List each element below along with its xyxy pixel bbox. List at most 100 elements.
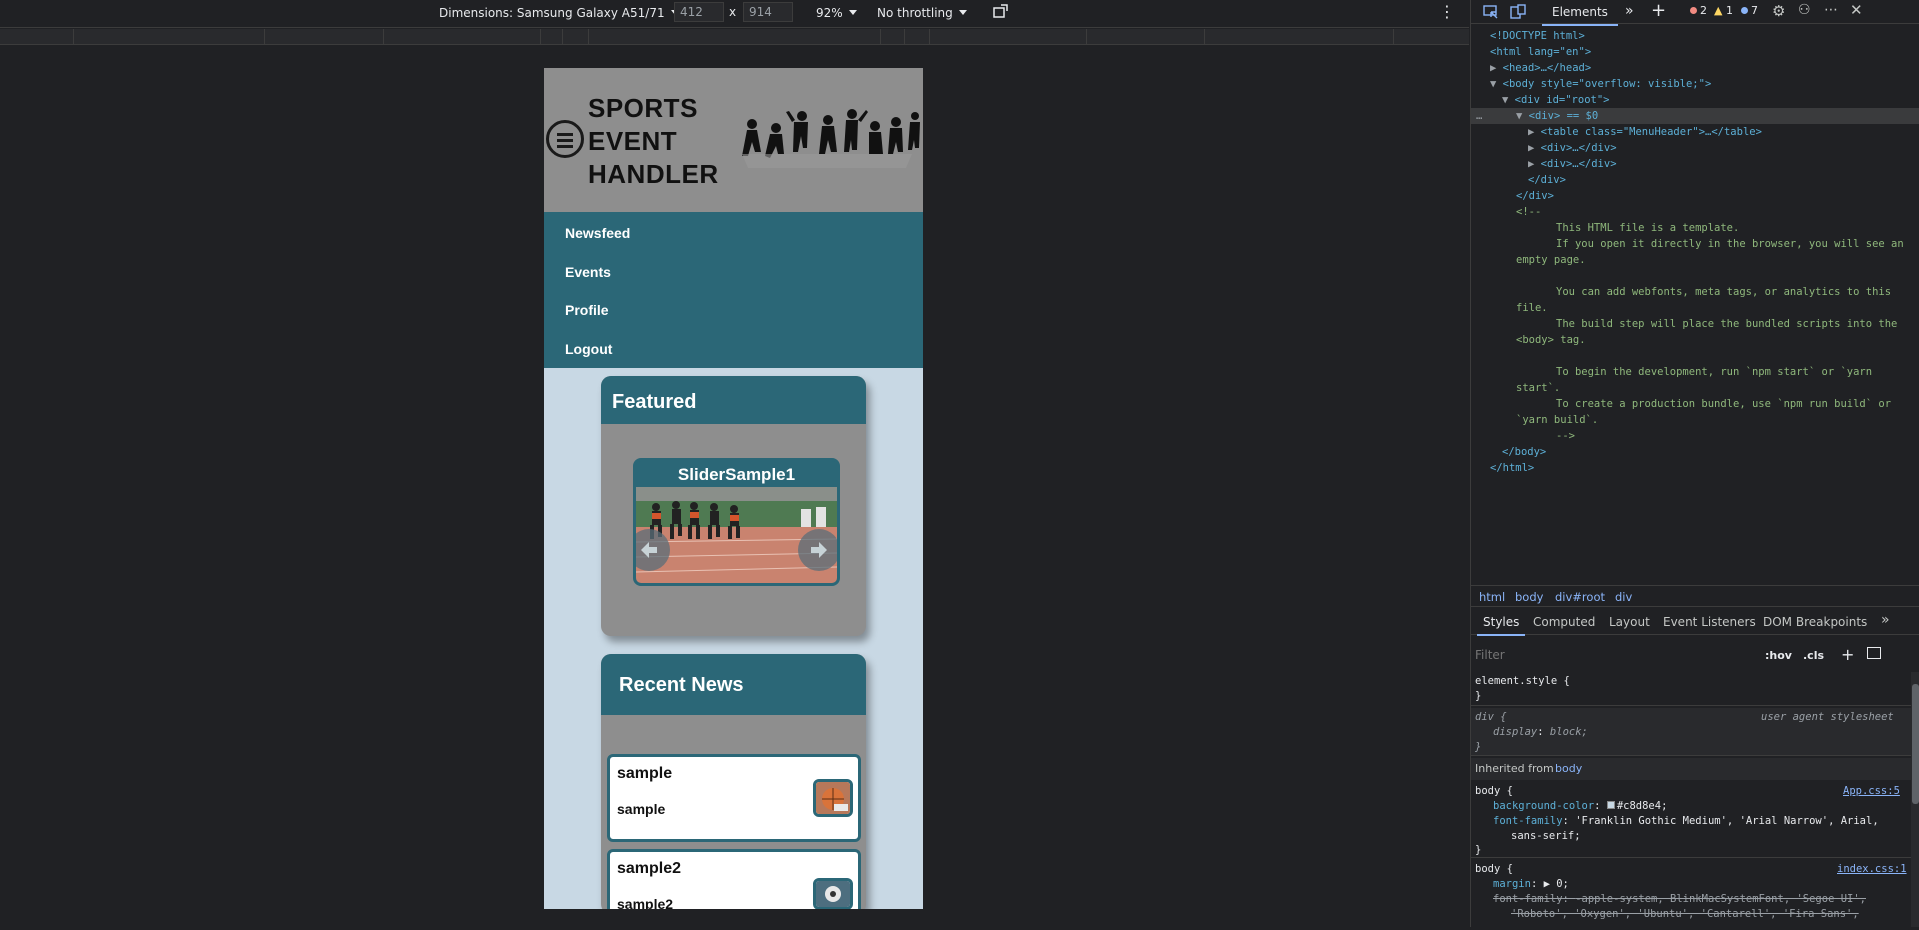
devtools-panel: Elements » + 2 ▲ 1 7 ⚙ ⚇ ⋯ ✕ <!DOCTYPE h… — [1470, 0, 1919, 927]
dom-node[interactable]: ▼ <div id="root"> — [1502, 92, 1609, 108]
selector[interactable]: element.style { — [1475, 674, 1570, 689]
toggle-sidebar-icon[interactable] — [1867, 647, 1881, 659]
tab-elements[interactable]: Elements — [1542, 5, 1618, 26]
gear-icon[interactable]: ⚙ — [1772, 2, 1785, 20]
device-dimensions-dropdown[interactable]: Dimensions: Samsung Galaxy A51/71 — [439, 6, 679, 20]
more-options-icon[interactable]: ⋯ — [1824, 2, 1838, 18]
dom-comment-line: <body> tag. — [1516, 334, 1586, 346]
throttling-label: No throttling — [877, 6, 953, 20]
dom-comment-line: You can add webfonts, meta tags, or anal… — [1556, 286, 1892, 298]
rule-body-app: body { App.css:5 background-color: #c8d8… — [1471, 782, 1911, 858]
dom-node[interactable]: ▶ <head>…</head> — [1490, 60, 1591, 76]
more-options-icon[interactable]: ⋮ — [1439, 2, 1456, 21]
styles-filter-input[interactable] — [1475, 644, 1755, 666]
news-item-subtitle: sample2 — [617, 896, 674, 909]
dom-node[interactable]: ▶ <div>…</div> — [1528, 140, 1617, 156]
warnings-badge[interactable]: ▲ 1 — [1714, 4, 1733, 17]
brace: } — [1475, 844, 1482, 856]
news-item-title: sample2 — [617, 860, 682, 877]
emulated-viewport: SPORTS EVENT HANDLER Newsfeed Events Pro… — [544, 68, 923, 909]
device-dimensions-label: Dimensions: Samsung Galaxy A51/71 — [439, 6, 665, 20]
dom-node[interactable]: </html> — [1490, 460, 1534, 476]
new-rule-icon[interactable]: + — [1841, 645, 1854, 664]
news-item[interactable]: sample sample — [607, 754, 861, 842]
info-count: 7 — [1751, 4, 1758, 17]
close-icon[interactable]: ✕ — [1850, 1, 1863, 19]
rule-element-style: element.style { } — [1471, 672, 1911, 706]
inherited-header: Inherited from body — [1471, 758, 1911, 780]
breadcrumb-item[interactable]: html — [1479, 590, 1505, 604]
athletes-silhouette-logo — [742, 109, 920, 168]
tab-layout[interactable]: Layout — [1609, 615, 1650, 629]
dom-tree: <!DOCTYPE html> <html lang="en"> ▶ <head… — [1471, 28, 1919, 583]
dom-node[interactable]: ▶ <table class="MenuHeader">…</table> — [1528, 124, 1762, 140]
declaration-overridden[interactable]: font-family: -apple-system, BlinkMacSyst… — [1493, 892, 1866, 907]
dom-node[interactable]: </body> — [1502, 444, 1546, 460]
styles-filter-row: :hov .cls + — [1471, 643, 1919, 669]
tab-dom-breakpoints[interactable]: DOM Breakpoints — [1763, 615, 1867, 629]
device-toggle-icon[interactable] — [1510, 4, 1526, 20]
declaration[interactable]: display: block; — [1493, 725, 1588, 740]
color-swatch[interactable] — [1606, 801, 1615, 809]
viewport-height-input[interactable] — [743, 2, 793, 22]
declaration[interactable]: font-family: 'Franklin Gothic Medium', '… — [1493, 814, 1879, 829]
dom-node[interactable]: ▼ <body style="overflow: visible;"> — [1490, 76, 1711, 92]
zoom-dropdown[interactable]: 92% — [816, 6, 857, 20]
throttling-dropdown[interactable]: No throttling — [877, 6, 967, 20]
styles-rules: element.style { } div { user agent style… — [1471, 672, 1919, 927]
selector: div { — [1475, 711, 1507, 723]
more-tabs-icon[interactable]: » — [1625, 3, 1634, 19]
dom-comment-line: `yarn build`. — [1516, 414, 1599, 426]
selector[interactable]: body { — [1475, 862, 1513, 877]
tab-event-listeners[interactable]: Event Listeners — [1663, 615, 1756, 629]
news-item-subtitle: sample — [617, 801, 666, 817]
nav-item-profile[interactable]: Profile — [565, 302, 609, 318]
nav-item-logout[interactable]: Logout — [565, 341, 612, 357]
dom-node[interactable]: ▶ <div>…</div> — [1528, 156, 1617, 172]
add-tab-icon[interactable]: + — [1651, 0, 1666, 21]
site-title-line: HANDLER — [588, 159, 719, 189]
hov-toggle[interactable]: :hov — [1765, 649, 1792, 662]
inspect-element-icon[interactable] — [1483, 4, 1499, 20]
declaration[interactable]: margin: ▶ 0; — [1493, 877, 1569, 892]
menu-icon[interactable] — [546, 120, 584, 158]
breadcrumb-item[interactable]: div — [1615, 590, 1632, 604]
dom-node[interactable]: </div> — [1528, 172, 1566, 188]
cls-toggle[interactable]: .cls — [1803, 649, 1824, 662]
breadcrumb-item[interactable]: div#root — [1555, 590, 1605, 604]
nav-item-events[interactable]: Events — [565, 264, 611, 280]
selector[interactable]: body { — [1475, 784, 1513, 799]
slider-next-button[interactable] — [798, 529, 837, 571]
declaration-continued: sans-serif; — [1511, 830, 1581, 842]
dom-node[interactable]: </div> — [1516, 188, 1554, 204]
inherited-label: Inherited from — [1475, 762, 1554, 775]
customize-icon[interactable]: ⚇ — [1798, 2, 1811, 18]
declaration[interactable]: background-color: #c8d8e4; — [1493, 799, 1667, 814]
dom-comment-line: To create a production bundle, use `npm … — [1556, 398, 1892, 410]
tab-computed[interactable]: Computed — [1533, 615, 1595, 629]
dom-comment[interactable]: <!-- — [1516, 204, 1541, 220]
rule-ua-div: div { user agent stylesheet display: blo… — [1471, 708, 1911, 756]
source-link[interactable]: index.css:1 — [1837, 862, 1907, 877]
site-title: SPORTS EVENT HANDLER — [588, 92, 719, 191]
row-options-icon[interactable]: … — [1476, 108, 1482, 124]
inherited-link[interactable]: body — [1555, 762, 1582, 775]
more-tabs-icon[interactable]: » — [1881, 612, 1890, 628]
styles-scrollbar[interactable] — [1911, 672, 1919, 927]
arrow-left-icon — [641, 542, 657, 558]
info-badge[interactable]: 7 — [1741, 4, 1758, 17]
errors-badge[interactable]: 2 — [1690, 4, 1707, 17]
dom-node[interactable]: <html lang="en"> — [1490, 44, 1591, 60]
source-link[interactable]: App.css:5 — [1843, 784, 1900, 799]
dom-node[interactable]: <!DOCTYPE html> — [1490, 28, 1585, 44]
viewport-width-input[interactable] — [674, 2, 724, 22]
tab-styles[interactable]: Styles — [1476, 615, 1526, 636]
rule-body-index: body { index.css:1 margin: ▶ 0; font-fam… — [1471, 860, 1911, 930]
news-item[interactable]: sample2 sample2 — [607, 849, 861, 909]
dom-comment-line: The build step will place the bundled sc… — [1556, 318, 1898, 330]
main-nav: Newsfeed Events Profile Logout — [544, 212, 923, 368]
rotate-icon[interactable] — [992, 3, 1010, 21]
nav-item-newsfeed[interactable]: Newsfeed — [565, 225, 630, 241]
breadcrumb-item[interactable]: body — [1515, 590, 1543, 604]
dom-node-selected[interactable]: ▼ <div> == $0 — [1516, 108, 1598, 124]
